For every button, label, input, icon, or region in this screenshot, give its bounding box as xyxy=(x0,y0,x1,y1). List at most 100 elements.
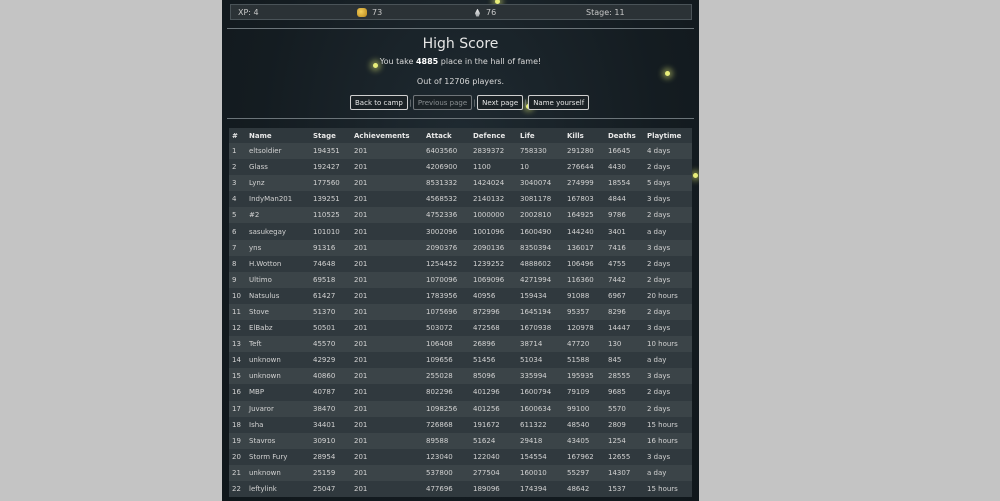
column-header-playtime: Playtime xyxy=(644,128,692,143)
cell-kills: 195935 xyxy=(567,372,594,381)
cell-life: 4888602 xyxy=(520,259,552,268)
cell-rank: 19 xyxy=(232,436,241,445)
xp-counter: XP: 4 xyxy=(238,8,259,17)
cell-deaths: 18554 xyxy=(608,179,631,188)
cell-life: 38714 xyxy=(520,340,543,349)
cell-deaths: 6967 xyxy=(608,291,626,300)
coin-count: 73 xyxy=(372,8,383,17)
cell-achievements: 201 xyxy=(354,307,368,316)
cell-stage: 25047 xyxy=(313,485,336,494)
cell-achievements: 201 xyxy=(354,195,368,204)
cell-achievements: 201 xyxy=(354,211,368,220)
cell-playtime: 3 days xyxy=(647,372,671,381)
cell-attack: 477696 xyxy=(426,485,453,494)
column-header-defence: Defence xyxy=(470,128,517,143)
rank-message: You take 4885 place in the hall of fame! xyxy=(379,57,542,66)
divider xyxy=(227,28,694,29)
cell-kills: 276644 xyxy=(567,163,594,172)
cell-attack: 3002096 xyxy=(426,227,458,236)
cell-attack: 106408 xyxy=(426,340,453,349)
cell-attack: 4206900 xyxy=(426,163,458,172)
cell-stage: 40860 xyxy=(313,372,336,381)
cell-deaths: 5570 xyxy=(608,404,626,413)
cell-defence: 277504 xyxy=(473,468,500,477)
name-yourself-button[interactable]: Name yourself xyxy=(528,95,590,110)
next-page-button[interactable]: Next page xyxy=(477,95,524,110)
table-row: 11 Stove 51370 201 1075696 872996 1645194 95357… xyxy=(229,303,692,321)
cell-rank: 13 xyxy=(232,340,241,349)
cell-name: Stavros xyxy=(249,436,276,445)
cell-kills: 167803 xyxy=(567,195,594,204)
cell-defence: 40956 xyxy=(473,291,496,300)
cell-playtime: 5 days xyxy=(647,179,671,188)
cell-playtime: a day xyxy=(647,227,667,236)
cell-life: 758330 xyxy=(520,147,547,156)
cell-attack: 1075696 xyxy=(426,307,458,316)
cell-achievements: 201 xyxy=(354,227,368,236)
cell-attack: 255028 xyxy=(426,372,453,381)
cell-name: Isha xyxy=(249,420,264,429)
cell-life: 1600490 xyxy=(520,227,552,236)
cell-playtime: 3 days xyxy=(647,452,671,461)
cell-rank: 8 xyxy=(232,259,237,268)
flame-counter: 76 xyxy=(475,8,496,17)
cell-deaths: 1537 xyxy=(608,485,626,494)
cell-defence: 2090136 xyxy=(473,243,505,252)
cell-stage: 69518 xyxy=(313,275,336,284)
cell-achievements: 201 xyxy=(354,372,368,381)
cell-life: 160010 xyxy=(520,468,547,477)
table-row: 21 unknown 25159 201 537800 277504 160010 55297… xyxy=(229,464,692,481)
cell-rank: 11 xyxy=(232,307,241,316)
table-row: 20 Storm Fury 28954 201 123040 122040 154554 16… xyxy=(229,448,692,465)
cell-attack: 1783956 xyxy=(426,291,458,300)
cell-stage: 40787 xyxy=(313,388,336,397)
cell-rank: 14 xyxy=(232,356,241,365)
cell-playtime: 2 days xyxy=(647,211,671,220)
cell-deaths: 2809 xyxy=(608,420,626,429)
cell-achievements: 201 xyxy=(354,147,368,156)
table-row: 9 Ultimo 69518 201 1070096 1069096 4271994 1163… xyxy=(229,271,692,288)
cell-rank: 4 xyxy=(232,195,237,204)
column-header-achievements: Achievements xyxy=(351,128,423,143)
cell-name: yns xyxy=(249,243,262,252)
cell-kills: 167962 xyxy=(567,452,594,461)
coin-counter: 73 xyxy=(357,8,382,17)
cell-playtime: 2 days xyxy=(647,259,671,268)
cell-attack: 89588 xyxy=(426,436,449,445)
column-header-stage: Stage xyxy=(310,128,351,143)
cell-stage: 91316 xyxy=(313,243,336,252)
cell-achievements: 201 xyxy=(354,356,368,365)
cell-life: 51034 xyxy=(520,356,543,365)
cell-deaths: 4430 xyxy=(608,163,626,172)
cell-defence: 2140132 xyxy=(473,195,505,204)
cell-stage: 38470 xyxy=(313,404,336,413)
cell-playtime: 4 days xyxy=(647,147,671,156)
cell-rank: 2 xyxy=(232,163,237,172)
cell-kills: 116360 xyxy=(567,275,594,284)
table-row: 18 Isha 34401 201 726868 191672 611322 48540 280… xyxy=(229,416,692,433)
cell-rank: 21 xyxy=(232,468,241,477)
column-header-rank: # xyxy=(229,128,246,143)
cell-playtime: 3 days xyxy=(647,324,671,333)
back-to-camp-button[interactable]: Back to camp xyxy=(350,95,408,110)
column-header-deaths: Deaths xyxy=(605,128,644,143)
cell-kills: 43405 xyxy=(567,436,590,445)
cell-attack: 726868 xyxy=(426,420,453,429)
cell-playtime: 2 days xyxy=(647,163,671,172)
cell-name: sasukegay xyxy=(249,227,287,236)
divider xyxy=(227,118,694,119)
cell-playtime: 15 hours xyxy=(647,420,678,429)
cell-life: 3081178 xyxy=(520,195,552,204)
cell-playtime: 2 days xyxy=(647,404,671,413)
column-header-life: Life xyxy=(517,128,564,143)
cell-rank: 9 xyxy=(232,275,237,284)
cell-life: 10 xyxy=(520,163,529,172)
cell-kills: 47720 xyxy=(567,340,590,349)
cell-attack: 123040 xyxy=(426,452,453,461)
previous-page-button[interactable]: Previous page xyxy=(412,95,473,110)
table-header-row: # Name Stage Achievements Attack Defence Life K… xyxy=(229,128,692,143)
cell-defence: 1100 xyxy=(473,163,491,172)
cell-stage: 139251 xyxy=(313,195,340,204)
cell-achievements: 201 xyxy=(354,420,368,429)
cell-stage: 177560 xyxy=(313,179,340,188)
